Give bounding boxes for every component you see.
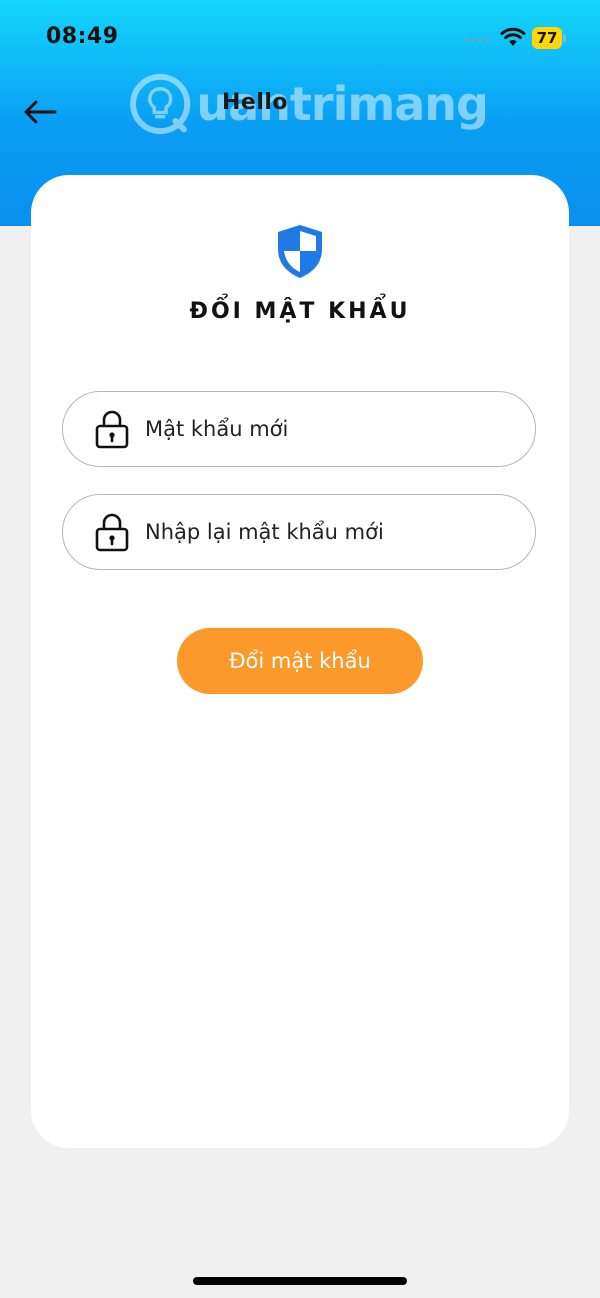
page-title: ĐỔI MẬT KHẨU <box>189 299 411 324</box>
confirm-password-field-container[interactable] <box>62 494 536 570</box>
shield-icon <box>278 225 322 278</box>
watermark: uantrimang <box>128 66 489 142</box>
status-time: 08:49 <box>46 24 119 49</box>
back-button[interactable] <box>20 92 60 132</box>
lightbulb-icon <box>130 73 191 135</box>
new-password-input[interactable] <box>145 417 525 441</box>
change-password-button[interactable]: Đổi mật khẩu <box>177 628 423 694</box>
new-password-field-container[interactable] <box>62 391 536 467</box>
battery-indicator: 77 <box>532 27 566 49</box>
lock-icon <box>95 513 129 552</box>
header-title: Hello <box>222 90 289 115</box>
confirm-password-input[interactable] <box>145 520 525 544</box>
battery-level: 77 <box>532 27 562 49</box>
cellular-signal-icon <box>464 38 489 42</box>
change-password-card: ĐỔI MẬT KHẨU Đổi mật khẩu <box>31 175 569 1148</box>
wifi-icon <box>500 27 526 46</box>
home-indicator[interactable] <box>193 1277 407 1285</box>
arrow-left-icon <box>24 100 57 124</box>
lock-icon <box>95 410 129 449</box>
battery-tip <box>563 34 566 42</box>
